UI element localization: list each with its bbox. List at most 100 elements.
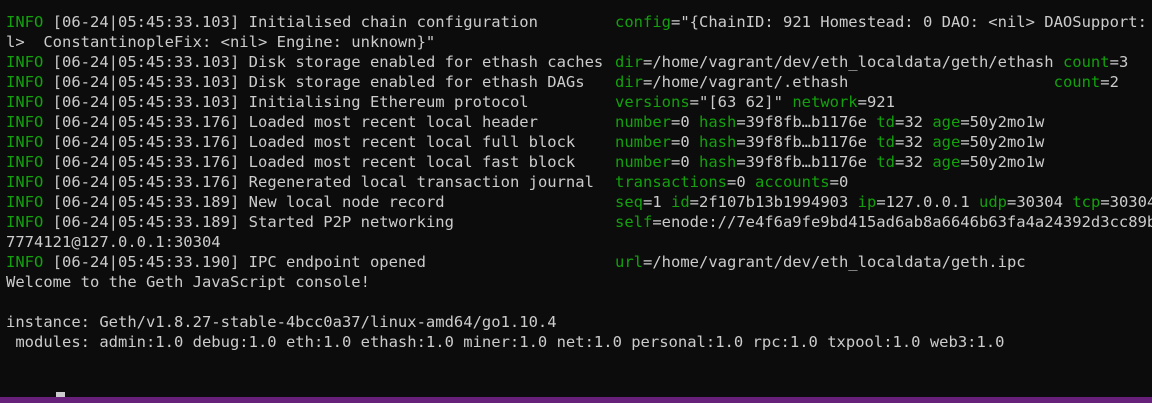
log-level: INFO [6,93,44,111]
log-line: INFO [06-24|05:45:33.103] Disk storage e… [6,72,1152,92]
context-key: hash [699,133,737,151]
log-context: seq=1 id=2f107b13b1994903 ip=127.0.0.1 u… [615,192,1152,212]
log-timestamp: [06-24|05:45:33.103] [52,53,240,71]
context-key: id [671,193,690,211]
terminal-window[interactable]: INFO [06-24|05:45:33.103] Initialised ch… [0,0,1152,397]
log-context: versions="[63 62]" network=921 [615,92,895,112]
context-key: url [615,253,643,271]
log-timestamp: [06-24|05:45:33.176] [52,113,240,131]
log-message: New local node record [248,193,445,211]
log-level: INFO [6,193,44,211]
status-bar [0,397,1152,403]
context-value: =32 [894,153,933,171]
log-line: INFO [06-24|05:45:33.189] Started P2P ne… [6,212,1152,232]
context-key: network [792,93,858,111]
context-value: =50y2mo1w [960,133,1045,151]
context-key: age [932,153,961,171]
log-context: number=0 hash=39f8fb…b1176e td=32 age=50… [615,112,1044,132]
context-value: =0 [671,113,699,131]
log-line: INFO [06-24|05:45:33.103] Initialising E… [6,92,1152,112]
log-context: number=0 hash=39f8fb…b1176e td=32 age=50… [615,132,1044,152]
context-value: =enode://7e4f6a9fe9bd415ad6ab8a6646b63fa… [652,213,1152,231]
context-value: =32 [894,133,933,151]
context-key: dir [615,53,643,71]
log-context: dir=/home/vagrant/dev/eth_localdata/geth… [615,52,1128,72]
context-value: =30304 [1100,193,1152,211]
log-line: INFO [06-24|05:45:33.176] Regenerated lo… [6,172,1152,192]
log-level: INFO [6,173,44,191]
context-key: number [615,153,671,171]
log-message: Initialising Ethereum protocol [248,93,529,111]
welcome-message: Welcome to the Geth JavaScript console! [6,273,370,291]
context-key: ip [857,193,877,211]
context-key: config [615,13,671,31]
log-line: INFO [06-24|05:45:33.176] Loaded most re… [6,152,1152,172]
context-value: =50y2mo1w [960,113,1045,131]
context-key: count [1062,53,1110,71]
log-level: INFO [6,253,44,271]
context-value: ="{ChainID: 921 Homestead: 0 DAO: <nil> … [671,13,1152,31]
log-context: number=0 hash=39f8fb…b1176e td=32 age=50… [615,152,1044,172]
context-key: accounts [754,173,830,191]
log-output: INFO [06-24|05:45:33.103] Initialised ch… [6,12,1152,272]
context-key: hash [699,153,737,171]
log-timestamp: [06-24|05:45:33.176] [52,153,240,171]
context-value: =/home/vagrant/.ethash [643,73,1054,91]
context-key: age [932,133,961,151]
context-key: td [876,133,895,151]
log-message: Loaded most recent local fast block [248,153,576,171]
context-key: number [615,113,671,131]
log-message: Disk storage enabled for ethash DAGs [248,73,585,91]
log-line: INFO [06-24|05:45:33.190] IPC endpoint o… [6,252,1152,272]
context-key: td [876,113,895,131]
context-value: =2 [1100,73,1119,91]
log-line-wrap: l> ConstantinopleFix: <nil> Engine: unkn… [6,33,436,51]
context-value: =0 [829,173,849,191]
log-line: INFO [06-24|05:45:33.103] Disk storage e… [6,52,1152,72]
context-value: =0 [726,173,755,191]
log-timestamp: [06-24|05:45:33.190] [52,253,240,271]
log-message: Loaded most recent local full block [248,133,576,151]
context-value: =0 [671,133,699,151]
context-value: =921 [857,93,895,111]
log-message: Loaded most recent local header [248,113,538,131]
log-timestamp: [06-24|05:45:33.103] [52,13,240,31]
log-level: INFO [6,133,44,151]
context-key: age [932,113,961,131]
log-context: dir=/home/vagrant/.ethash count=2 [615,72,1119,92]
instance-info: instance: Geth/v1.8.27-stable-4bcc0a37/l… [6,313,557,331]
context-key: hash [699,113,737,131]
log-line-wrap: 7774121@127.0.0.1:30304 [6,233,221,251]
context-value: =1 [643,193,671,211]
log-message: IPC endpoint opened [248,253,426,271]
log-line: INFO [06-24|05:45:33.189] New local node… [6,192,1152,212]
context-value: =/home/vagrant/dev/eth_localdata/geth/et… [643,53,1063,71]
modules-info: modules: admin:1.0 debug:1.0 eth:1.0 eth… [6,333,1005,351]
context-key: seq [615,193,643,211]
log-timestamp: [06-24|05:45:33.189] [52,193,240,211]
log-timestamp: [06-24|05:45:33.103] [52,73,240,91]
console-prompt-line[interactable]: > [6,372,1152,397]
log-message: Regenerated local transaction journal [248,173,594,191]
log-timestamp: [06-24|05:45:33.176] [52,133,240,151]
context-value: =127.0.0.1 [876,193,979,211]
context-value: ="[63 62]" [689,93,793,111]
log-context: url=/home/vagrant/dev/eth_localdata/geth… [615,252,1026,272]
log-level: INFO [6,213,44,231]
log-line: INFO [06-24|05:45:33.176] Loaded most re… [6,112,1152,132]
context-key: udp [978,193,1007,211]
log-level: INFO [6,113,44,131]
log-timestamp: [06-24|05:45:33.189] [52,213,240,231]
context-key: transactions [615,173,727,191]
log-level: INFO [6,53,44,71]
context-key: tcp [1072,193,1101,211]
context-value: =/home/vagrant/dev/eth_localdata/geth.ip… [643,253,1026,271]
log-timestamp: [06-24|05:45:33.103] [52,93,240,111]
log-line: INFO [06-24|05:45:33.176] Loaded most re… [6,132,1152,152]
context-value: =39f8fb…b1176e [736,133,877,151]
context-value: =39f8fb…b1176e [736,153,877,171]
context-value: =2f107b13b1994903 [689,193,858,211]
context-value: =0 [671,153,699,171]
